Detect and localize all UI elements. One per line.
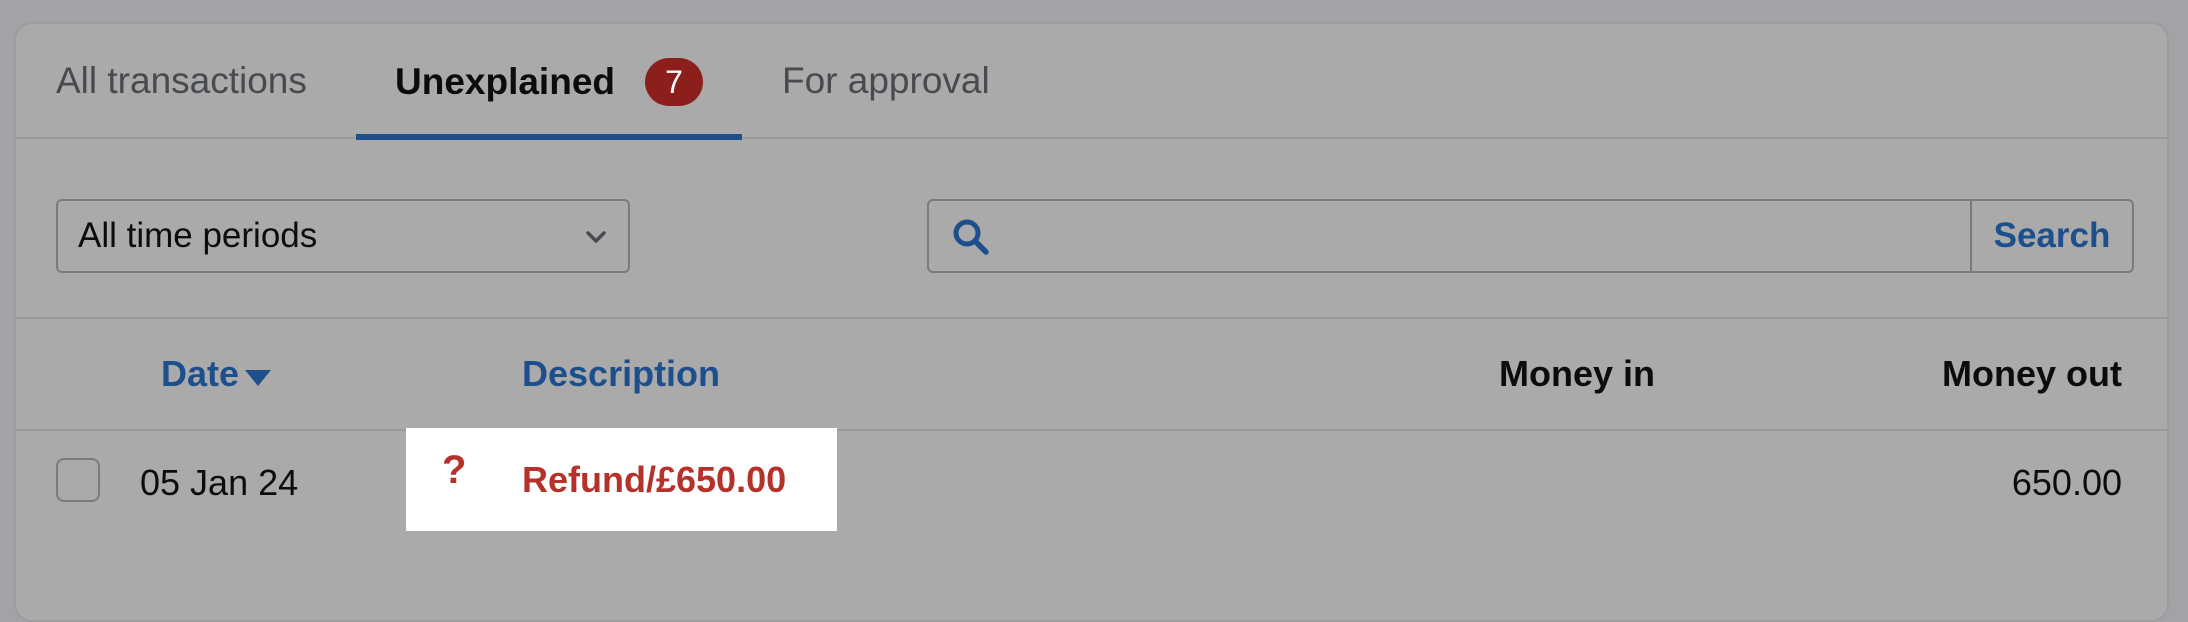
row-money-out: 650.00 [2011,462,2122,503]
row-date: 05 Jan 24 [140,462,299,503]
search-box: Search [927,199,2134,273]
search-input[interactable] [1009,201,2013,273]
count-badge: 7 [645,58,703,106]
time-period-select[interactable]: All time periods [56,199,630,273]
row-description-link[interactable]: Refund/£650.00 [522,428,786,531]
row-select-checkbox[interactable] [56,458,100,502]
filter-bar: All time periods Search [16,139,2167,319]
tab-label: All transactions [56,59,307,101]
sort-descending-icon [245,370,272,386]
column-header-money-in: Money in [1499,319,1655,429]
column-header-label: Description [522,353,721,394]
column-header-label: Money in [1498,353,1655,394]
tab-for-approval[interactable]: For approval [782,24,990,137]
question-mark-icon: ? [442,448,467,492]
transactions-panel: All transactions Unexplained 7 For appro… [14,22,2169,622]
selected-period: All time periods [78,216,318,255]
tab-label: For approval [782,59,990,101]
chevron-down-icon [586,231,606,243]
table-header: Date Description Money in Money out [16,319,2167,431]
column-header-label: Money out [1942,353,2122,394]
search-button[interactable]: Search [1970,201,2132,271]
tab-all-transactions[interactable]: All transactions [56,24,307,137]
search-icon [953,219,989,255]
row-description-cell[interactable]: ? Refund/£650.00 [406,428,837,531]
table-row: 05 Jan 24 ? Refund/£650.00 650.00 [16,428,2167,535]
tab-bar: All transactions Unexplained 7 For appro… [16,24,2167,140]
column-header-date[interactable]: Date [161,319,272,429]
column-header-money-out: Money out [1942,319,2122,429]
column-header-label: Date [161,353,240,394]
tab-unexplained[interactable]: Unexplained 7 [356,24,742,140]
tab-label: Unexplained [395,61,615,102]
column-header-description[interactable]: Description [522,319,720,429]
